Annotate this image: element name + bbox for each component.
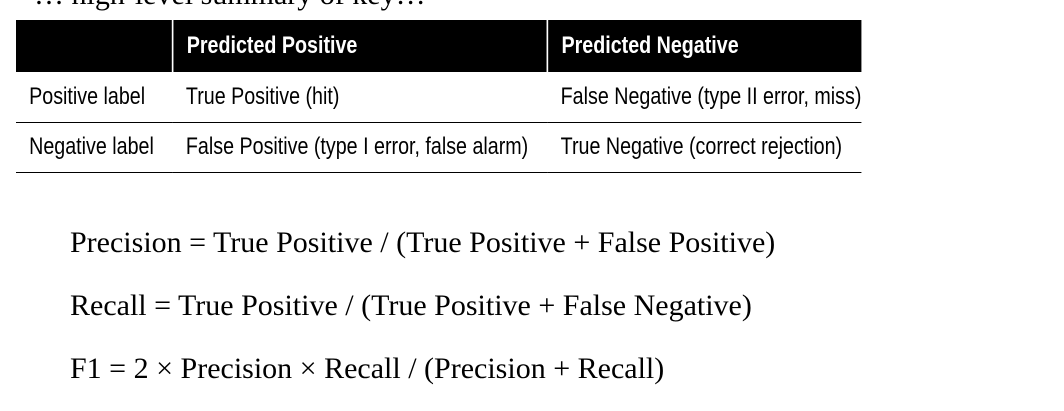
header-predicted-positive: Predicted Positive [171, 20, 548, 72]
table-body: Positive label True Positive (hit) False… [16, 72, 862, 172]
cell-true-positive: True Positive (hit) [172, 72, 548, 123]
row-label-negative: Negative label [29, 133, 154, 160]
cell-false-negative: False Negative (type II error, miss) [547, 72, 862, 123]
table-row: Positive label True Positive (hit) False… [16, 72, 862, 123]
recall-formula: Recall = True Positive / (True Positive … [70, 289, 752, 322]
table-header: Predicted Positive Predicted Negative [16, 20, 862, 72]
cell-false-positive: False Positive (type I error, false alar… [185, 133, 529, 160]
header-predicted-negative: Predicted Negative [546, 20, 862, 72]
row-label-positive: Positive label [16, 72, 173, 123]
precision-formula: Precision = True Positive / (True Positi… [70, 226, 776, 259]
table-header-row: Predicted Positive Predicted Negative [16, 20, 862, 72]
cell-true-negative: True Negative (correct rejection) [560, 133, 843, 160]
formula-list: Precision = True Positive / (True Positi… [70, 222, 775, 411]
f1-formula: F1 = 2 × Precision × Recall / (Precision… [70, 352, 665, 385]
header-empty-cell [16, 20, 173, 72]
cut-off-text-line: … high-level summary of key… [34, 0, 426, 10]
confusion-matrix-table: Predicted Positive Predicted Negative Po… [16, 20, 862, 173]
table-row: Negative label False Positive (type I er… [16, 122, 862, 172]
